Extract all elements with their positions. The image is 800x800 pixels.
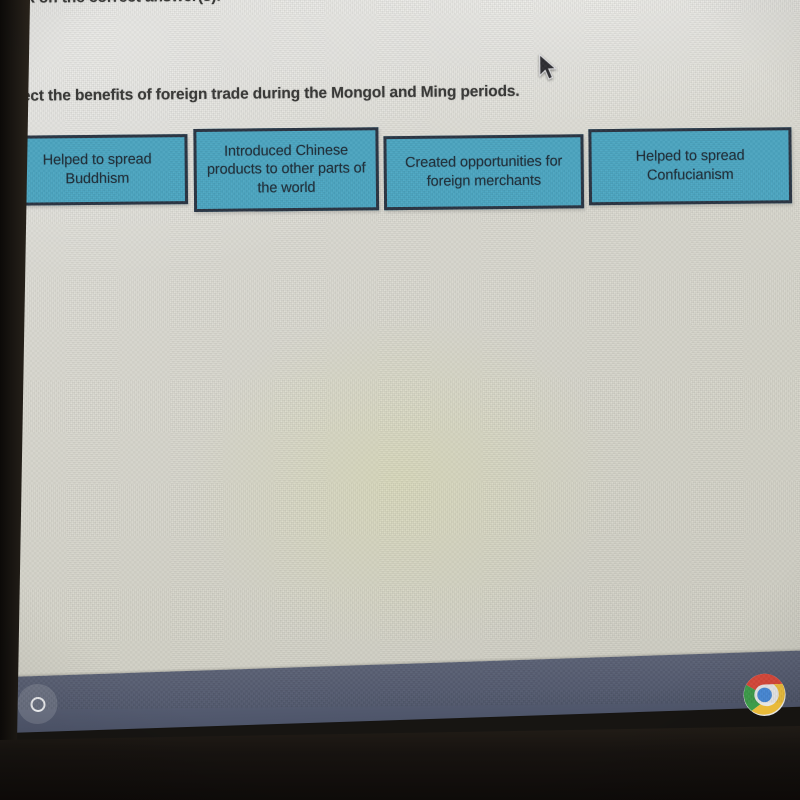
answer-choice-3[interactable]: Helped to spread Confucianism (588, 127, 793, 206)
launcher-circle-icon (29, 696, 46, 712)
launcher-button[interactable] (16, 683, 59, 725)
answer-choice-1[interactable]: Introduced Chinese products to other par… (193, 127, 380, 213)
laptop-screen-photo: Click on the correct answer(s). Select t… (0, 0, 800, 800)
laptop-bezel-bottom (0, 726, 800, 800)
answer-choice-2-label: Created opportunities for foreign mercha… (405, 153, 563, 190)
answer-choice-3-label: Helped to spread Confucianism (635, 148, 745, 184)
screen-glare-blotch (189, 314, 613, 649)
answer-choice-1-label: Introduced Chinese products to other par… (206, 142, 366, 197)
question-text: Select the benefits of foreign trade dur… (0, 82, 520, 105)
quiz-page: Click on the correct answer(s). Select t… (0, 0, 800, 710)
answer-choice-0[interactable]: Helped to spread Buddhism (6, 134, 189, 206)
arrow-pointer-icon (539, 53, 558, 80)
screen-surface: Click on the correct answer(s). Select t… (0, 0, 800, 735)
answer-choice-0-label: Helped to spread Buddhism (42, 151, 152, 188)
answer-choice-2[interactable]: Created opportunities for foreign mercha… (383, 134, 585, 211)
chrome-icon[interactable] (741, 671, 788, 718)
instruction-text: Click on the correct answer(s). (0, 0, 221, 8)
